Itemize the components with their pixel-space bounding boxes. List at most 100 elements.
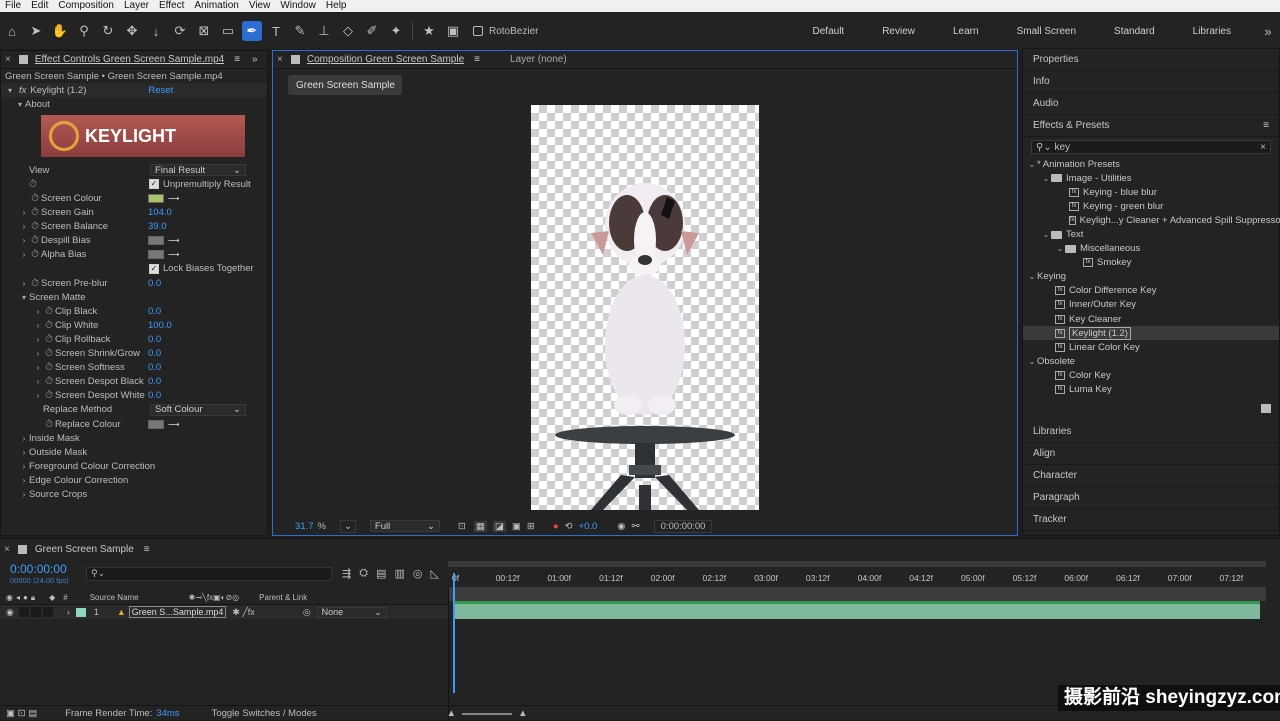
chevron-right-icon[interactable]: ›: [19, 208, 29, 217]
replace-method-dropdown[interactable]: Soft Colour ⌄: [150, 403, 246, 416]
alpha-bias-swatch[interactable]: [148, 250, 164, 260]
layer-row[interactable]: ◉ › 1 ▲ Green S...Sample.mp4 ✱ ╱fx ◎ Non…: [0, 605, 448, 619]
panel-section-align[interactable]: Align: [1023, 443, 1279, 465]
menu-item-view[interactable]: View: [244, 0, 276, 12]
stopwatch-icon[interactable]: ⏱: [29, 193, 41, 204]
channel-icon[interactable]: ●: [553, 521, 559, 532]
effects-presets-header[interactable]: Effects & Presets ≡: [1023, 115, 1279, 137]
chevron-right-icon[interactable]: ›: [19, 279, 29, 288]
puppet-tool-icon[interactable]: ✦: [386, 21, 406, 41]
effect-header[interactable]: ▾ fx Keylight (1.2) Reset: [1, 83, 267, 98]
timeline-search-input[interactable]: ⚲⌄: [86, 567, 332, 581]
guides-icon[interactable]: ▣: [512, 521, 521, 532]
eyedropper-icon[interactable]: ⟶: [168, 194, 186, 203]
layer-name[interactable]: Green S...Sample.mp4: [128, 606, 227, 618]
chevron-down-icon[interactable]: ▾: [15, 100, 25, 109]
chevron-right-icon[interactable]: ›: [19, 462, 29, 471]
fx-icon[interactable]: fx: [19, 85, 26, 96]
clip-white-value[interactable]: 100.0: [148, 320, 172, 331]
tree-folder[interactable]: ⌄ Keying: [1023, 270, 1279, 284]
effect-item[interactable]: fx Color Difference Key: [1023, 284, 1279, 298]
type-tool-icon[interactable]: T: [266, 21, 286, 41]
zoom-value[interactable]: 31.7: [295, 521, 314, 532]
snapping-icon[interactable]: ▣: [443, 21, 463, 41]
stopwatch-icon[interactable]: ⏱: [43, 419, 55, 430]
group-row-foreground-colour-correction[interactable]: › Foreground Colour Correction: [1, 459, 267, 473]
zoom-out-icon[interactable]: ▲: [447, 708, 456, 719]
stopwatch-icon[interactable]: ⏱: [43, 348, 55, 359]
stopwatch-icon[interactable]: ⏱: [43, 306, 55, 317]
graph-editor-icon[interactable]: ◺: [430, 567, 438, 580]
panel-menu-icon[interactable]: ≡: [234, 54, 240, 65]
menu-item-help[interactable]: Help: [321, 0, 352, 12]
shrink-grow-value[interactable]: 0.0: [148, 348, 161, 359]
workspace-standard[interactable]: Standard: [1095, 26, 1174, 37]
screen-balance-value[interactable]: 39.0: [148, 221, 167, 232]
layer-switches[interactable]: ✱ ╱fx: [232, 607, 254, 618]
screen-preblur-value[interactable]: 0.0: [148, 278, 161, 289]
parent-dropdown[interactable]: None ⌄: [316, 606, 387, 618]
chevron-down-icon[interactable]: ▾: [19, 293, 29, 302]
effect-item[interactable]: fx Linear Color Key: [1023, 340, 1279, 354]
chevron-right-icon[interactable]: ›: [67, 607, 70, 617]
reset-link[interactable]: Reset: [148, 85, 173, 96]
clear-search-icon[interactable]: ×: [1260, 142, 1266, 153]
group-row-inside-mask[interactable]: › Inside Mask: [1, 431, 267, 445]
chevron-down-icon[interactable]: ⌄: [1041, 230, 1051, 239]
stopwatch-icon[interactable]: ⏱: [43, 376, 55, 387]
effect-item[interactable]: fx Luma Key: [1023, 383, 1279, 397]
pickwhip-icon[interactable]: ◎: [303, 607, 311, 618]
workspace-review[interactable]: Review: [863, 26, 934, 37]
time-ruler[interactable]: 0f 00:12f 01:00f 01:12f 02:00f 02:12f 03:00f 03…: [448, 573, 1266, 585]
panel-section-properties[interactable]: Properties: [1023, 49, 1279, 71]
switches-header-icons[interactable]: ✱⊸╲fx▣◐⊘◎: [189, 593, 240, 602]
resolution-dropdown[interactable]: Full ⌄: [369, 520, 440, 532]
eraser-tool-icon[interactable]: ◇: [338, 21, 358, 41]
screen-matte-row[interactable]: ▾ Screen Matte: [1, 290, 267, 304]
comp-breadcrumb-button[interactable]: Green Screen Sample: [288, 75, 402, 95]
rectangle-tool-icon[interactable]: ▭: [218, 21, 238, 41]
eye-icon[interactable]: ◉: [6, 607, 14, 618]
more-workspaces-icon[interactable]: »: [1258, 21, 1278, 41]
snapshot-icon[interactable]: ◉: [617, 521, 625, 532]
orbit-tool-icon[interactable]: ↻: [98, 21, 118, 41]
group-row-edge-colour-correction[interactable]: › Edge Colour Correction: [1, 473, 267, 487]
transparency-grid-icon[interactable]: ▦: [473, 520, 487, 532]
new-folder-icon[interactable]: [1261, 404, 1271, 414]
replace-colour-swatch[interactable]: [148, 419, 164, 429]
chevron-down-icon[interactable]: ⌄: [1027, 357, 1037, 366]
chevron-right-icon[interactable]: ›: [33, 377, 43, 386]
audio-toggle[interactable]: [18, 607, 29, 617]
clip-black-value[interactable]: 0.0: [148, 306, 161, 317]
effects-search-field[interactable]: ⚲⌄ key ×: [1031, 140, 1271, 154]
home-icon[interactable]: ⌂: [2, 21, 22, 41]
panel-section-tracker[interactable]: Tracker: [1023, 509, 1279, 531]
panel-menu-icon[interactable]: ≡: [144, 544, 150, 555]
eyedropper-icon[interactable]: ⟶: [168, 250, 186, 259]
chevron-right-icon[interactable]: ›: [19, 236, 29, 245]
clone-stamp-tool-icon[interactable]: ⊥: [314, 21, 334, 41]
star-icon[interactable]: ★: [419, 21, 439, 41]
rotobezier-checkbox[interactable]: [473, 26, 483, 36]
hand-tool-icon[interactable]: ✋: [50, 21, 70, 41]
panel-menu-icon[interactable]: ≡: [474, 54, 480, 65]
stopwatch-icon[interactable]: ⏱: [29, 235, 41, 246]
comp-flowchart-icon[interactable]: ⇶: [342, 567, 351, 580]
panel-overflow-icon[interactable]: »: [252, 54, 258, 65]
chevron-right-icon[interactable]: ›: [19, 250, 29, 259]
source-name-header[interactable]: Source Name: [90, 593, 139, 602]
audio-icon[interactable]: ◂: [16, 593, 20, 602]
softness-value[interactable]: 0.0: [148, 362, 161, 373]
rotobezier-toggle[interactable]: RotoBezier: [473, 26, 538, 37]
lock-column-icon[interactable]: 🔒︎: [31, 593, 35, 603]
pen-tool-icon[interactable]: ✒: [242, 21, 262, 41]
effect-item[interactable]: fx Color Key: [1023, 368, 1279, 382]
despot-black-value[interactable]: 0.0: [148, 376, 161, 387]
label-icon[interactable]: ◆: [49, 593, 55, 602]
panel-section-paragraph[interactable]: Paragraph: [1023, 487, 1279, 509]
stopwatch-icon[interactable]: ⏱: [29, 221, 41, 232]
lock-toggle[interactable]: [42, 607, 53, 617]
chevron-right-icon[interactable]: ›: [33, 321, 43, 330]
close-icon[interactable]: ×: [277, 54, 283, 65]
chevron-down-icon[interactable]: ⌄: [1041, 174, 1051, 183]
